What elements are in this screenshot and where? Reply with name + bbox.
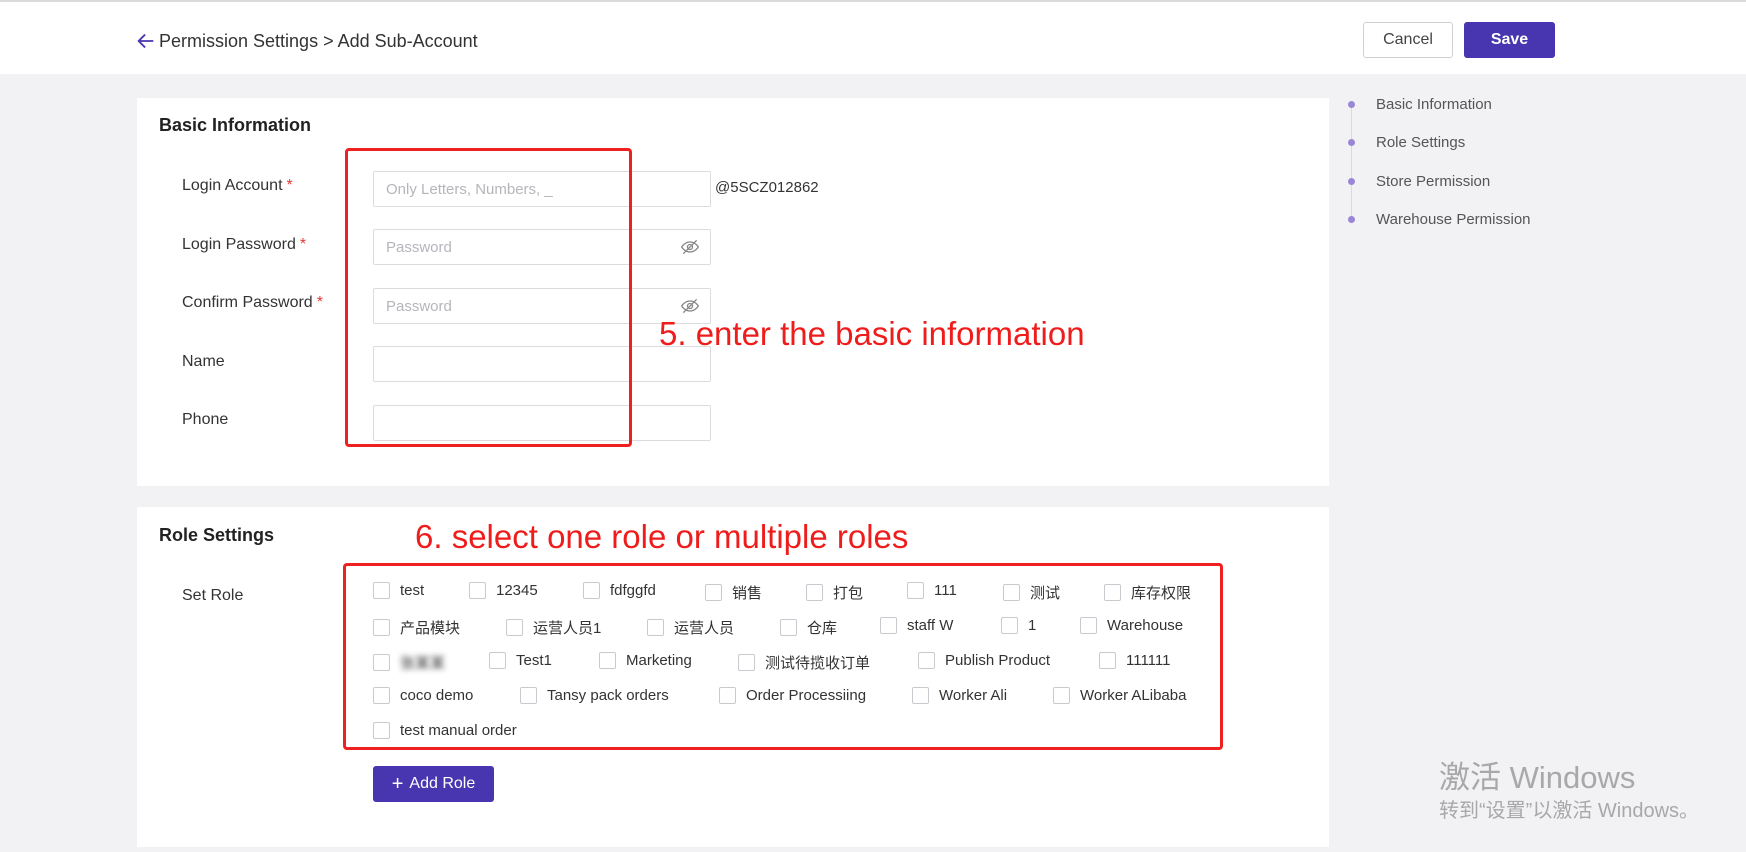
page-header: Permission Settings > Add Sub-Account Ca… xyxy=(0,0,1746,74)
role-checkbox[interactable]: 测试 xyxy=(1003,582,1060,603)
role-checkbox[interactable]: 销售 xyxy=(705,582,762,603)
phone-label: Phone xyxy=(182,411,229,428)
checkbox-icon[interactable] xyxy=(1099,652,1116,669)
checkbox-icon[interactable] xyxy=(520,687,537,704)
role-checkbox[interactable]: test xyxy=(373,582,424,599)
checkbox-icon[interactable] xyxy=(373,582,390,599)
role-checkbox[interactable]: 运营人员1 xyxy=(506,617,601,638)
checkbox-icon[interactable] xyxy=(506,619,523,636)
eye-off-icon[interactable] xyxy=(680,296,700,316)
role-checkbox[interactable]: Test1 xyxy=(489,652,552,669)
back-arrow-icon[interactable] xyxy=(135,30,157,52)
checkbox-icon[interactable] xyxy=(806,584,823,601)
checkbox-icon[interactable] xyxy=(599,652,616,669)
role-checkbox[interactable]: 产品模块 xyxy=(373,617,460,638)
checkbox-icon[interactable] xyxy=(373,654,390,671)
windows-watermark-title: 激活 Windows xyxy=(1439,760,1636,795)
basic-information-title: Basic Information xyxy=(159,115,312,135)
checkbox-icon[interactable] xyxy=(907,582,924,599)
basic-information-card: Basic Information Login Account* @5SCZ01… xyxy=(137,98,1329,486)
checkbox-icon[interactable] xyxy=(1080,617,1097,634)
role-checkbox[interactable]: Worker Ali xyxy=(912,687,1007,704)
anchor-item-basic-information[interactable]: Basic Information xyxy=(1348,96,1492,113)
set-role-label: Set Role xyxy=(182,587,244,604)
windows-watermark-subtitle: 转到“设置”以激活 Windows。 xyxy=(1439,800,1700,822)
role-checkbox[interactable]: Marketing xyxy=(599,652,692,669)
anchor-item-store-permission[interactable]: Store Permission xyxy=(1348,173,1490,190)
annotation-step6: 6. select one role or multiple roles xyxy=(415,518,909,555)
role-checkbox[interactable]: 111111 xyxy=(1099,652,1171,669)
annotation-box-basic xyxy=(345,148,632,447)
anchor-item-warehouse-permission[interactable]: Warehouse Permission xyxy=(1348,211,1531,228)
role-checkbox[interactable]: fdfggfd xyxy=(583,582,656,599)
anchor-line xyxy=(1351,106,1352,221)
role-checkbox[interactable]: 12345 xyxy=(469,582,538,599)
dot-icon xyxy=(1348,216,1355,223)
role-checkbox[interactable]: Tansy pack orders xyxy=(520,687,669,704)
role-checkbox[interactable]: Worker ALibaba xyxy=(1053,687,1186,704)
role-settings-title: Role Settings xyxy=(159,525,275,545)
login-account-label: Login Account * xyxy=(182,177,293,194)
checkbox-icon[interactable] xyxy=(373,619,390,636)
checkbox-icon[interactable] xyxy=(738,654,755,671)
checkbox-icon[interactable] xyxy=(918,652,935,669)
checkbox-icon[interactable] xyxy=(719,687,736,704)
role-checkbox[interactable]: staff W xyxy=(880,617,953,634)
role-checkbox[interactable]: 111 xyxy=(907,582,957,599)
role-settings-card: Role Settings Set Role 6. select one rol… xyxy=(137,507,1329,847)
anchor-item-role-settings[interactable]: Role Settings xyxy=(1348,134,1465,151)
role-checkbox[interactable]: Warehouse xyxy=(1080,617,1183,634)
role-checkbox[interactable]: Publish Product xyxy=(918,652,1050,669)
checkbox-icon[interactable] xyxy=(469,582,486,599)
add-role-button[interactable]: + Add Role xyxy=(373,766,494,802)
checkbox-icon[interactable] xyxy=(705,584,722,601)
dot-icon xyxy=(1348,139,1355,146)
role-checkbox[interactable]: 运营人员 xyxy=(647,617,734,638)
checkbox-icon[interactable] xyxy=(373,722,390,739)
annotation-step5: 5. enter the basic information xyxy=(659,315,1085,352)
name-label: Name xyxy=(182,353,225,370)
dot-icon xyxy=(1348,101,1355,108)
dot-icon xyxy=(1348,178,1355,185)
checkbox-icon[interactable] xyxy=(1053,687,1070,704)
checkbox-icon[interactable] xyxy=(780,619,797,636)
eye-off-icon[interactable] xyxy=(680,237,700,257)
anchor-nav: Basic Information Role Settings Store Pe… xyxy=(1348,92,1568,232)
checkbox-icon[interactable] xyxy=(373,687,390,704)
cancel-button[interactable]: Cancel xyxy=(1363,22,1453,58)
login-password-label: Login Password * xyxy=(182,236,307,253)
checkbox-icon[interactable] xyxy=(489,652,506,669)
role-checkbox[interactable]: 打包 xyxy=(806,582,863,603)
role-checkbox[interactable]: 仓库 xyxy=(780,617,837,638)
role-checkbox[interactable]: coco demo xyxy=(373,687,473,704)
role-checkbox[interactable]: Order Processiing xyxy=(719,687,866,704)
confirm-password-label: Confirm Password * xyxy=(182,294,323,311)
save-button[interactable]: Save xyxy=(1464,22,1555,58)
checkbox-icon[interactable] xyxy=(1104,584,1121,601)
checkbox-icon[interactable] xyxy=(647,619,664,636)
checkbox-icon[interactable] xyxy=(583,582,600,599)
breadcrumb: Permission Settings > Add Sub-Account xyxy=(159,31,478,51)
role-checkbox[interactable]: 测试待揽收订单 xyxy=(738,652,870,673)
role-checkbox[interactable]: 1 xyxy=(1001,617,1036,634)
plus-icon: + xyxy=(391,773,404,795)
account-suffix: @5SCZ012862 xyxy=(715,179,819,196)
checkbox-icon[interactable] xyxy=(1001,617,1018,634)
role-checkbox[interactable]: 张某某 xyxy=(373,652,445,673)
role-checkbox[interactable]: 库存权限 xyxy=(1104,582,1191,603)
checkbox-icon[interactable] xyxy=(880,617,897,634)
checkbox-icon[interactable] xyxy=(1003,584,1020,601)
role-checkbox[interactable]: test manual order xyxy=(373,722,517,739)
checkbox-icon[interactable] xyxy=(912,687,929,704)
